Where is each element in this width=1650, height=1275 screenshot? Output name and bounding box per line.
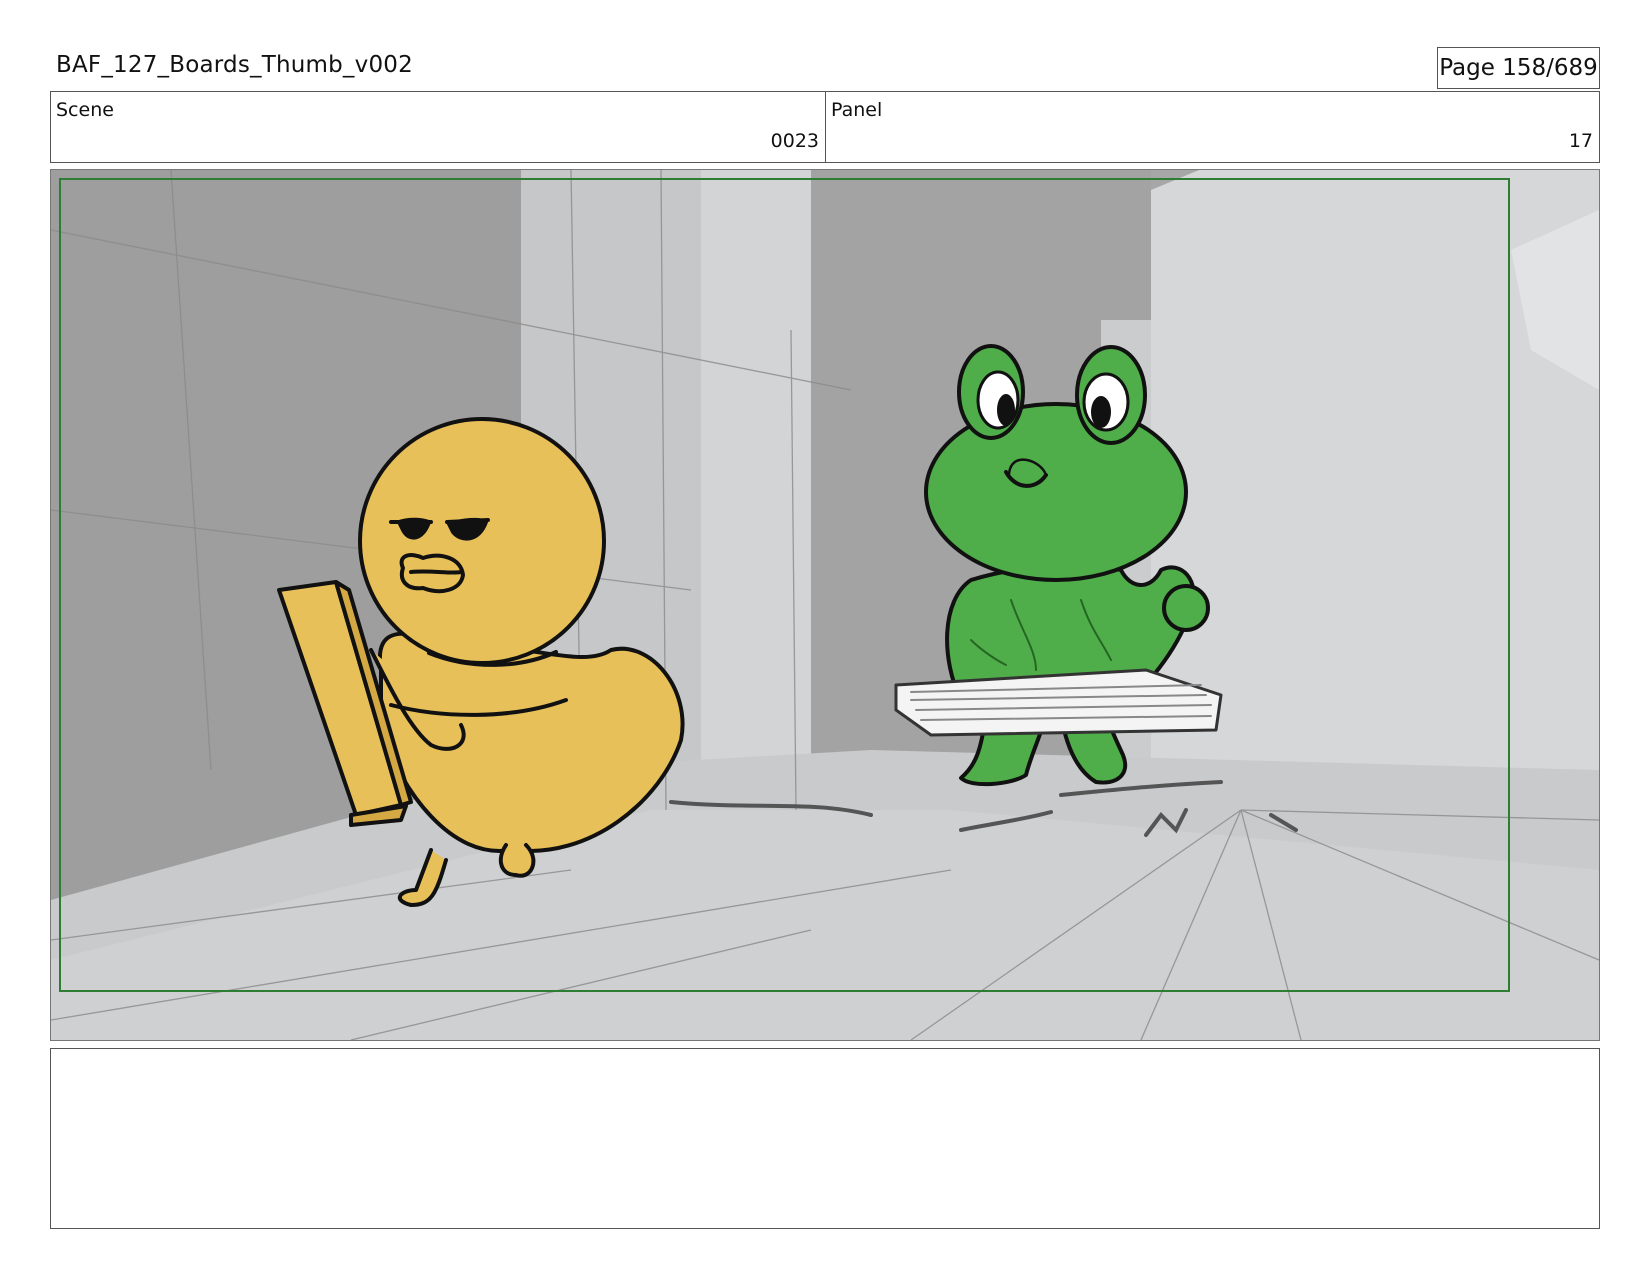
panel-notes-box	[50, 1048, 1600, 1229]
scene-number: 0023	[770, 130, 819, 152]
panel-label: Panel	[831, 99, 883, 121]
scene-cell: Scene 0023	[51, 92, 826, 162]
scene-label: Scene	[56, 99, 114, 121]
page-number: Page 158/689	[1439, 55, 1598, 81]
panel-number: 17	[1568, 130, 1593, 152]
storyboard-panel-image	[51, 170, 1599, 1040]
scene-panel-info-row: Scene 0023 Panel 17	[50, 91, 1600, 163]
page-number-box: Page 158/689	[1437, 47, 1600, 89]
storyboard-frame	[50, 169, 1600, 1041]
panel-cell: Panel 17	[826, 92, 1599, 162]
document-title: BAF_127_Boards_Thumb_v002	[56, 52, 413, 78]
